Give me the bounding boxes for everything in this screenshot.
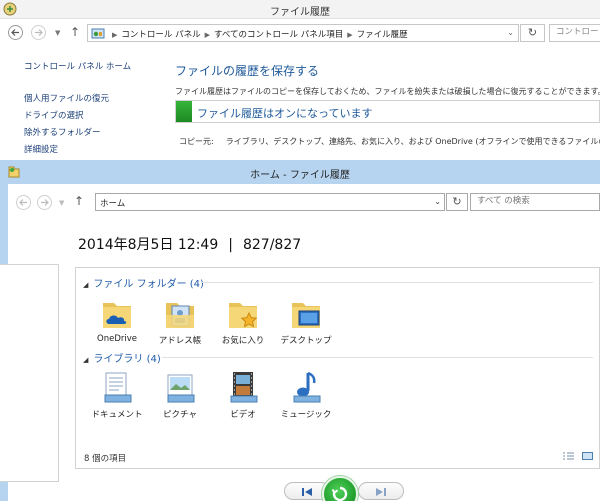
file-history-titlebar: ホーム - ファイル履歴 xyxy=(0,160,600,184)
group-header-folders[interactable]: ◢ ファイル フォルダー (4) xyxy=(83,275,204,290)
refresh-button[interactable]: ↻ xyxy=(520,24,545,42)
file-item-label: ミュージック xyxy=(280,410,332,420)
file-item[interactable]: お気に入り xyxy=(212,293,274,346)
breadcrumb-item[interactable]: コントロール パネル xyxy=(121,30,200,40)
file-item-label: ビデオ xyxy=(230,410,256,420)
breadcrumb-separator-icon: ▶ xyxy=(112,31,118,39)
fh-refresh-button[interactable]: ↻ xyxy=(446,193,468,211)
file-list-view: ◢ ファイル フォルダー (4) OneDrive アドレス帳 お気に入り デス… xyxy=(75,267,600,469)
group-divider xyxy=(162,357,593,358)
breadcrumb-separator-icon: ▶ xyxy=(204,31,210,39)
fh-address-text: ホーム xyxy=(100,199,126,209)
collapse-triangle-icon[interactable]: ◢ xyxy=(83,356,88,364)
file-item-label: お気に入り xyxy=(221,336,265,346)
contacts-folder-icon xyxy=(160,293,200,333)
previous-version-panel[interactable] xyxy=(0,264,59,482)
group-header-libraries[interactable]: ◢ ライブラリ (4) xyxy=(83,350,161,365)
file-item-label: OneDrive xyxy=(97,334,137,344)
favorites-folder-icon xyxy=(223,293,263,333)
copy-from-label: コピー元: xyxy=(179,137,214,146)
up-arrow-icon[interactable]: ↑ xyxy=(70,25,80,39)
status-text: ファイル履歴はオンになっています xyxy=(197,107,373,120)
documents-library-icon xyxy=(97,367,137,407)
playback-controls xyxy=(8,476,600,501)
fh-recent-chevron-icon[interactable]: ▼ xyxy=(59,199,64,207)
control-panel-icon xyxy=(91,27,105,40)
restore-button[interactable] xyxy=(322,476,358,501)
file-history-title: ホーム - ファイル履歴 xyxy=(250,170,350,181)
fh-forward-button[interactable] xyxy=(37,195,52,210)
next-version-button[interactable] xyxy=(358,482,404,500)
details-view-icon[interactable] xyxy=(563,452,575,460)
control-panel-title: ファイル履歴 xyxy=(270,7,330,18)
control-panel-sidebar: コントロール パネル ホーム 個人用ファイルの復元 ドライブの選択 除外するフォ… xyxy=(24,60,164,160)
backup-version-count: 827/827 xyxy=(242,237,302,253)
desktop-folder-icon xyxy=(286,293,326,333)
fh-search-input[interactable]: すべて の検索 xyxy=(470,193,600,211)
collapse-triangle-icon[interactable]: ◢ xyxy=(83,281,88,289)
file-item-label: デスクトップ xyxy=(280,336,332,346)
status-banner: ファイル履歴はオンになっています xyxy=(175,100,600,123)
videos-library-icon xyxy=(223,367,263,407)
pictures-library-icon xyxy=(160,367,200,407)
back-button[interactable] xyxy=(8,25,23,40)
copy-from-value: ライブラリ、デスクトップ、連絡先、お気に入り、および OneDrive (オフラ… xyxy=(225,137,600,146)
file-history-nav-row: ▼ ↑ ホーム ⌄ ↻ すべて の検索 xyxy=(8,184,600,218)
fh-address-bar[interactable]: ホーム ⌄ xyxy=(95,193,445,211)
file-item[interactable]: アドレス帳 xyxy=(149,293,211,346)
sidebar-link-exclude-folders[interactable]: 除外するフォルダー xyxy=(24,126,164,143)
page-description: ファイル履歴はファイルのコピーを保存しておくため、ファイルを紛失または破損した場… xyxy=(175,87,600,96)
sidebar-home-link[interactable]: コントロール パネル ホーム xyxy=(24,60,164,72)
address-dropdown-chevron-icon[interactable]: ⌄ xyxy=(507,28,514,37)
group-label: ファイル フォルダー (4) xyxy=(93,279,204,290)
file-item[interactable]: ミュージック xyxy=(275,367,337,420)
forward-button[interactable] xyxy=(31,25,46,40)
item-count: 8 個の項目 xyxy=(84,454,127,464)
group-label: ライブラリ (4) xyxy=(93,354,161,365)
file-history-client: ▼ ↑ ホーム ⌄ ↻ すべて の検索 2014年8月5日 12:49 | 827/… xyxy=(0,184,600,501)
large-icons-view-icon[interactable] xyxy=(582,452,593,460)
file-item[interactable]: ビデオ xyxy=(212,367,274,420)
file-item[interactable]: ピクチャ xyxy=(149,367,211,420)
control-panel-address-bar[interactable]: ▶ コントロール パネル ▶ すべてのコントロール パネル項目 ▶ ファイル履歴 ⌄ xyxy=(87,24,519,42)
file-item-label: ドキュメント xyxy=(91,410,143,420)
file-item[interactable]: デスクトップ xyxy=(275,293,337,346)
control-panel-main: ファイルの履歴を保存する ファイル履歴はファイルのコピーを保存しておくため、ファ… xyxy=(175,62,600,146)
breadcrumb-item[interactable]: すべてのコントロール パネル項目 xyxy=(214,30,343,40)
control-panel-titlebar: ファイル履歴 xyxy=(0,0,600,19)
recent-locations-chevron-icon[interactable]: ▼ xyxy=(55,29,60,37)
fh-address-dropdown-icon[interactable]: ⌄ xyxy=(434,197,441,206)
file-history-window: ホーム - ファイル履歴 ▼ ↑ ホーム ⌄ ↻ すべて の検索 2014年8月… xyxy=(0,160,600,501)
backup-version-header: 2014年8月5日 12:49 | 827/827 xyxy=(78,234,301,254)
fh-up-arrow-icon[interactable]: ↑ xyxy=(74,194,84,208)
copy-from-row: コピー元: ライブラリ、デスクトップ、連絡先、お気に入り、および OneDrive… xyxy=(175,136,600,147)
file-item[interactable]: ドキュメント xyxy=(86,367,148,420)
backup-date: 2014年8月5日 12:49 xyxy=(78,237,219,253)
file-item-label: アドレス帳 xyxy=(158,336,202,346)
sidebar-link-restore[interactable]: 個人用ファイルの復元 xyxy=(24,92,164,109)
file-item[interactable]: OneDrive xyxy=(86,293,148,344)
control-panel-search-input[interactable]: コントロー xyxy=(549,24,600,42)
group-divider xyxy=(201,282,593,283)
sidebar-link-select-drive[interactable]: ドライブの選択 xyxy=(24,109,164,126)
page-heading: ファイルの履歴を保存する xyxy=(175,64,320,78)
sidebar-link-advanced[interactable]: 詳細設定 xyxy=(24,143,164,160)
status-green-indicator xyxy=(176,101,192,122)
file-item-label: ピクチャ xyxy=(163,410,197,420)
onedrive-folder-icon xyxy=(97,293,137,333)
music-library-icon xyxy=(286,367,326,407)
breadcrumb-separator-icon: ▶ xyxy=(347,31,353,39)
fh-back-button[interactable] xyxy=(16,195,31,210)
breadcrumb-item[interactable]: ファイル履歴 xyxy=(357,30,408,40)
breadcrumb: ▶ コントロール パネル ▶ すべてのコントロール パネル項目 ▶ ファイル履歴 xyxy=(108,28,408,40)
view-buttons xyxy=(558,452,593,463)
header-separator: | xyxy=(228,237,233,253)
